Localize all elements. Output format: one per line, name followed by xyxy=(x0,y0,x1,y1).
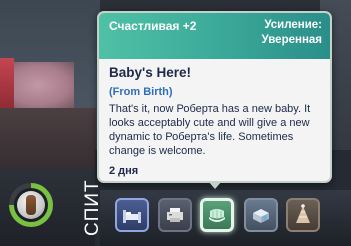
party-hat-icon xyxy=(288,200,318,230)
crib-icon xyxy=(203,201,231,229)
moodlet-printer[interactable] xyxy=(158,198,192,232)
baby-blocks-icon xyxy=(246,200,276,230)
printer-icon xyxy=(160,200,190,230)
tooltip-boost-value: Уверенная xyxy=(261,34,322,46)
scene-object-pink xyxy=(14,62,74,108)
tooltip-description: That's it, now Роберта has a new baby. I… xyxy=(109,103,311,157)
tooltip-pointer xyxy=(208,181,222,189)
moodlet-party[interactable] xyxy=(286,198,320,232)
moodlet-tooltip: Счастливая +2 Усиление: Уверенная Baby's… xyxy=(97,11,332,183)
moodlet-new-baby[interactable] xyxy=(200,198,234,232)
sim-portrait-icon[interactable] xyxy=(17,191,45,219)
scene-object-red xyxy=(0,58,14,110)
tooltip-duration: 2 дня xyxy=(109,165,139,177)
tooltip-source: (From Birth) xyxy=(109,86,173,98)
tooltip-boost: Усиление: Уверенная xyxy=(262,18,322,48)
tooltip-mood-value: Счастливая +2 xyxy=(109,19,197,33)
bed-icon xyxy=(117,200,147,230)
moodlet-bed[interactable] xyxy=(115,198,149,232)
moodlet-baby-blocks[interactable] xyxy=(244,198,278,232)
tooltip-title: Baby's Here! xyxy=(109,65,191,80)
tooltip-boost-label: Усиление: xyxy=(264,19,322,31)
